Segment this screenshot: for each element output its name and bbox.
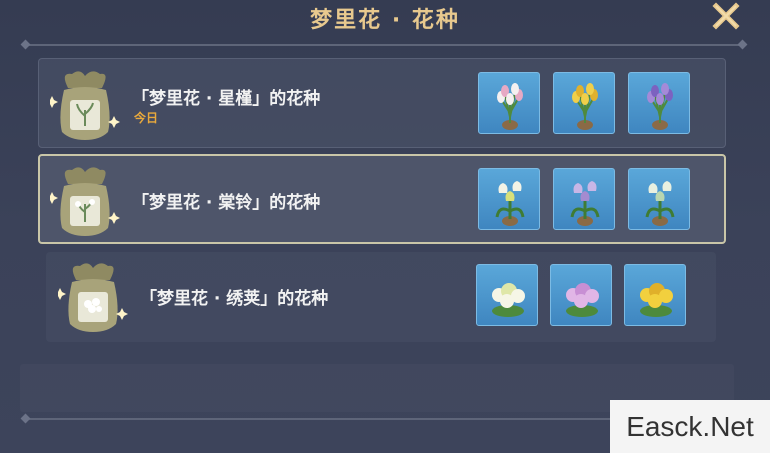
flower-tile[interactable]: [478, 72, 540, 134]
white-pink-tulip-icon: [497, 83, 523, 130]
lilac-bellflower-icon: [570, 181, 600, 226]
flower-tile[interactable]: [553, 168, 615, 230]
close-x-icon: [712, 2, 740, 30]
seed-name: 「梦里花 · 棠铃」的花种: [132, 193, 321, 213]
flower-tile[interactable]: [550, 264, 612, 326]
pale-green-bellflower-icon: [645, 181, 675, 226]
flower-tile[interactable]: [624, 264, 686, 326]
flower-tile[interactable]: [478, 168, 540, 230]
top-divider: [24, 44, 744, 46]
white-bellflower-icon: [495, 181, 525, 226]
watermark: Easck.Net: [610, 400, 770, 453]
flower-tile[interactable]: [476, 264, 538, 326]
pink-hydrangea-icon: [566, 283, 599, 317]
flower-tile[interactable]: [628, 72, 690, 134]
page-title: 梦里花 · 花种: [310, 8, 460, 33]
seed-name: 「梦里花 · 星槿」的花种: [132, 89, 321, 109]
seed-name: 「梦里花 · 绣荚」的花种: [140, 289, 329, 309]
seed-bag-icon: [58, 263, 128, 332]
seed-bag-icon: [50, 71, 120, 140]
flower-tile[interactable]: [553, 72, 615, 134]
flower-tile[interactable]: [628, 168, 690, 230]
seed-panel: 梦里花 · 花种 「梦里花 · 星槿」的花种 今日 「梦里花 · 棠铃」的花种 …: [0, 0, 770, 453]
seed-bag-icon: [50, 167, 120, 236]
yellow-hydrangea-icon: [640, 283, 673, 317]
white-hydrangea-icon: [492, 283, 525, 317]
purple-tulip-icon: [647, 83, 673, 130]
close-button[interactable]: [708, 0, 744, 32]
yellow-tulip-icon: [572, 83, 598, 130]
today-badge: 今日: [134, 111, 159, 125]
